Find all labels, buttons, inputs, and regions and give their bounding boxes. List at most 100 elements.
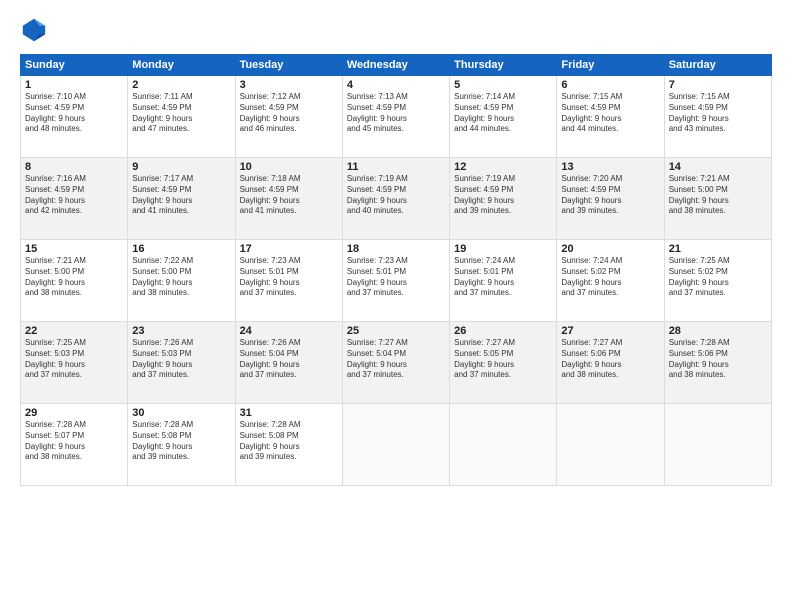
day-cell-28: 28Sunrise: 7:28 AM Sunset: 5:06 PM Dayli… (664, 322, 771, 404)
day-cell-14: 14Sunrise: 7:21 AM Sunset: 5:00 PM Dayli… (664, 158, 771, 240)
day-info: Sunrise: 7:19 AM Sunset: 4:59 PM Dayligh… (454, 174, 552, 217)
day-number: 20 (561, 243, 659, 255)
weekday-friday: Friday (557, 55, 664, 76)
day-cell-18: 18Sunrise: 7:23 AM Sunset: 5:01 PM Dayli… (342, 240, 449, 322)
page: SundayMondayTuesdayWednesdayThursdayFrid… (0, 0, 792, 612)
day-number: 22 (25, 325, 123, 337)
empty-cell (664, 404, 771, 486)
weekday-thursday: Thursday (450, 55, 557, 76)
day-info: Sunrise: 7:15 AM Sunset: 4:59 PM Dayligh… (669, 92, 767, 135)
calendar-table: SundayMondayTuesdayWednesdayThursdayFrid… (20, 54, 772, 486)
day-number: 23 (132, 325, 230, 337)
day-info: Sunrise: 7:17 AM Sunset: 4:59 PM Dayligh… (132, 174, 230, 217)
day-info: Sunrise: 7:27 AM Sunset: 5:04 PM Dayligh… (347, 338, 445, 381)
day-info: Sunrise: 7:28 AM Sunset: 5:08 PM Dayligh… (240, 420, 338, 463)
day-info: Sunrise: 7:11 AM Sunset: 4:59 PM Dayligh… (132, 92, 230, 135)
day-number: 8 (25, 161, 123, 173)
weekday-sunday: Sunday (21, 55, 128, 76)
day-info: Sunrise: 7:14 AM Sunset: 4:59 PM Dayligh… (454, 92, 552, 135)
day-cell-6: 6Sunrise: 7:15 AM Sunset: 4:59 PM Daylig… (557, 76, 664, 158)
day-number: 12 (454, 161, 552, 173)
day-info: Sunrise: 7:20 AM Sunset: 4:59 PM Dayligh… (561, 174, 659, 217)
day-number: 29 (25, 407, 123, 419)
day-info: Sunrise: 7:23 AM Sunset: 5:01 PM Dayligh… (240, 256, 338, 299)
weekday-saturday: Saturday (664, 55, 771, 76)
day-number: 6 (561, 79, 659, 91)
day-cell-22: 22Sunrise: 7:25 AM Sunset: 5:03 PM Dayli… (21, 322, 128, 404)
day-cell-11: 11Sunrise: 7:19 AM Sunset: 4:59 PM Dayli… (342, 158, 449, 240)
day-number: 5 (454, 79, 552, 91)
day-number: 15 (25, 243, 123, 255)
day-info: Sunrise: 7:21 AM Sunset: 5:00 PM Dayligh… (669, 174, 767, 217)
day-cell-13: 13Sunrise: 7:20 AM Sunset: 4:59 PM Dayli… (557, 158, 664, 240)
day-number: 9 (132, 161, 230, 173)
day-cell-10: 10Sunrise: 7:18 AM Sunset: 4:59 PM Dayli… (235, 158, 342, 240)
empty-cell (342, 404, 449, 486)
day-info: Sunrise: 7:28 AM Sunset: 5:08 PM Dayligh… (132, 420, 230, 463)
day-cell-2: 2Sunrise: 7:11 AM Sunset: 4:59 PM Daylig… (128, 76, 235, 158)
day-info: Sunrise: 7:13 AM Sunset: 4:59 PM Dayligh… (347, 92, 445, 135)
day-number: 25 (347, 325, 445, 337)
day-info: Sunrise: 7:23 AM Sunset: 5:01 PM Dayligh… (347, 256, 445, 299)
day-info: Sunrise: 7:15 AM Sunset: 4:59 PM Dayligh… (561, 92, 659, 135)
day-info: Sunrise: 7:12 AM Sunset: 4:59 PM Dayligh… (240, 92, 338, 135)
weekday-wednesday: Wednesday (342, 55, 449, 76)
week-row-4: 22Sunrise: 7:25 AM Sunset: 5:03 PM Dayli… (21, 322, 772, 404)
day-info: Sunrise: 7:25 AM Sunset: 5:02 PM Dayligh… (669, 256, 767, 299)
day-number: 1 (25, 79, 123, 91)
day-cell-8: 8Sunrise: 7:16 AM Sunset: 4:59 PM Daylig… (21, 158, 128, 240)
day-cell-12: 12Sunrise: 7:19 AM Sunset: 4:59 PM Dayli… (450, 158, 557, 240)
day-cell-30: 30Sunrise: 7:28 AM Sunset: 5:08 PM Dayli… (128, 404, 235, 486)
day-info: Sunrise: 7:27 AM Sunset: 5:05 PM Dayligh… (454, 338, 552, 381)
day-cell-27: 27Sunrise: 7:27 AM Sunset: 5:06 PM Dayli… (557, 322, 664, 404)
week-row-2: 8Sunrise: 7:16 AM Sunset: 4:59 PM Daylig… (21, 158, 772, 240)
day-number: 19 (454, 243, 552, 255)
day-cell-29: 29Sunrise: 7:28 AM Sunset: 5:07 PM Dayli… (21, 404, 128, 486)
week-row-3: 15Sunrise: 7:21 AM Sunset: 5:00 PM Dayli… (21, 240, 772, 322)
day-cell-19: 19Sunrise: 7:24 AM Sunset: 5:01 PM Dayli… (450, 240, 557, 322)
day-number: 16 (132, 243, 230, 255)
weekday-tuesday: Tuesday (235, 55, 342, 76)
day-info: Sunrise: 7:10 AM Sunset: 4:59 PM Dayligh… (25, 92, 123, 135)
empty-cell (450, 404, 557, 486)
day-number: 14 (669, 161, 767, 173)
day-number: 26 (454, 325, 552, 337)
day-number: 30 (132, 407, 230, 419)
day-cell-20: 20Sunrise: 7:24 AM Sunset: 5:02 PM Dayli… (557, 240, 664, 322)
header (20, 16, 772, 44)
day-number: 4 (347, 79, 445, 91)
day-cell-16: 16Sunrise: 7:22 AM Sunset: 5:00 PM Dayli… (128, 240, 235, 322)
day-info: Sunrise: 7:19 AM Sunset: 4:59 PM Dayligh… (347, 174, 445, 217)
weekday-monday: Monday (128, 55, 235, 76)
day-info: Sunrise: 7:26 AM Sunset: 5:03 PM Dayligh… (132, 338, 230, 381)
day-info: Sunrise: 7:25 AM Sunset: 5:03 PM Dayligh… (25, 338, 123, 381)
day-info: Sunrise: 7:27 AM Sunset: 5:06 PM Dayligh… (561, 338, 659, 381)
day-info: Sunrise: 7:21 AM Sunset: 5:00 PM Dayligh… (25, 256, 123, 299)
day-cell-15: 15Sunrise: 7:21 AM Sunset: 5:00 PM Dayli… (21, 240, 128, 322)
day-cell-31: 31Sunrise: 7:28 AM Sunset: 5:08 PM Dayli… (235, 404, 342, 486)
day-info: Sunrise: 7:18 AM Sunset: 4:59 PM Dayligh… (240, 174, 338, 217)
logo (20, 16, 52, 44)
day-cell-25: 25Sunrise: 7:27 AM Sunset: 5:04 PM Dayli… (342, 322, 449, 404)
day-cell-4: 4Sunrise: 7:13 AM Sunset: 4:59 PM Daylig… (342, 76, 449, 158)
weekday-header-row: SundayMondayTuesdayWednesdayThursdayFrid… (21, 55, 772, 76)
day-number: 27 (561, 325, 659, 337)
day-number: 21 (669, 243, 767, 255)
day-number: 13 (561, 161, 659, 173)
day-cell-1: 1Sunrise: 7:10 AM Sunset: 4:59 PM Daylig… (21, 76, 128, 158)
day-number: 17 (240, 243, 338, 255)
day-info: Sunrise: 7:26 AM Sunset: 5:04 PM Dayligh… (240, 338, 338, 381)
day-info: Sunrise: 7:24 AM Sunset: 5:01 PM Dayligh… (454, 256, 552, 299)
day-number: 10 (240, 161, 338, 173)
day-cell-9: 9Sunrise: 7:17 AM Sunset: 4:59 PM Daylig… (128, 158, 235, 240)
day-cell-24: 24Sunrise: 7:26 AM Sunset: 5:04 PM Dayli… (235, 322, 342, 404)
day-info: Sunrise: 7:24 AM Sunset: 5:02 PM Dayligh… (561, 256, 659, 299)
day-cell-17: 17Sunrise: 7:23 AM Sunset: 5:01 PM Dayli… (235, 240, 342, 322)
empty-cell (557, 404, 664, 486)
day-cell-5: 5Sunrise: 7:14 AM Sunset: 4:59 PM Daylig… (450, 76, 557, 158)
logo-icon (20, 16, 48, 44)
day-info: Sunrise: 7:22 AM Sunset: 5:00 PM Dayligh… (132, 256, 230, 299)
day-cell-3: 3Sunrise: 7:12 AM Sunset: 4:59 PM Daylig… (235, 76, 342, 158)
day-info: Sunrise: 7:28 AM Sunset: 5:07 PM Dayligh… (25, 420, 123, 463)
day-cell-21: 21Sunrise: 7:25 AM Sunset: 5:02 PM Dayli… (664, 240, 771, 322)
